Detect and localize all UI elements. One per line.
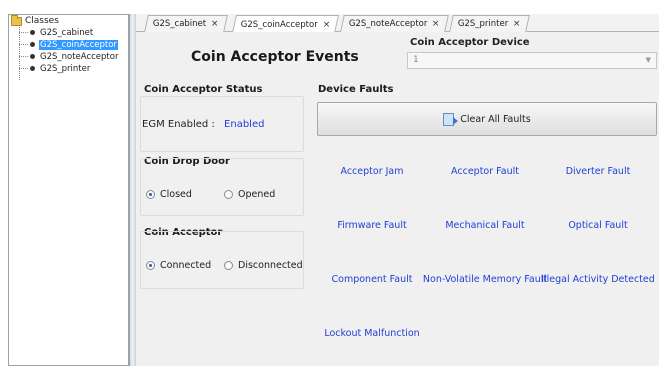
tab-label: G2S_printer xyxy=(457,19,509,29)
tree-item-coin-acceptor[interactable]: G2S_coinAcceptor xyxy=(19,39,118,50)
radio-label: Connected xyxy=(160,260,212,271)
tree-item-note-acceptor[interactable]: G2S_noteAcceptor xyxy=(19,51,119,62)
fault-mechanical-fault: Mechanical Fault xyxy=(445,220,525,231)
tree-branch xyxy=(19,68,28,69)
fault-optical-fault: Optical Fault xyxy=(568,220,628,231)
radio-closed[interactable]: Closed xyxy=(146,189,192,200)
clear-faults-icon xyxy=(443,112,459,126)
close-icon[interactable]: × xyxy=(323,20,331,30)
tree-branch xyxy=(19,32,28,33)
clear-all-faults-button[interactable]: Clear All Faults xyxy=(317,102,657,136)
tab-label: G2S_cabinet xyxy=(152,19,207,29)
radio-disconnected[interactable]: Disconnected xyxy=(224,260,303,271)
tree-item-cabinet[interactable]: G2S_cabinet xyxy=(19,27,94,38)
tree-item-label: G2S_cabinet xyxy=(40,27,94,38)
tab-cabinet[interactable]: G2S_cabinet × xyxy=(144,15,228,32)
status-title: Coin Acceptor Status xyxy=(144,84,263,95)
fault-diverter-fault: Diverter Fault xyxy=(565,166,631,177)
tab-note-acceptor[interactable]: G2S_noteAcceptor × xyxy=(340,15,449,32)
bullet-icon xyxy=(30,54,35,59)
tab-coin-acceptor[interactable]: G2S_coinAcceptor × xyxy=(232,15,340,33)
device-label: Coin Acceptor Device xyxy=(410,37,530,48)
tab-printer[interactable]: G2S_printer × xyxy=(449,15,530,32)
radio-selected-icon[interactable] xyxy=(146,261,155,270)
folder-icon xyxy=(11,14,22,26)
class-tree: Classes G2S_cabinet G2S_coinAcceptor G2S… xyxy=(8,14,129,366)
panel-splitter[interactable] xyxy=(129,14,136,366)
tree-item-label: G2S_noteAcceptor xyxy=(40,51,119,62)
close-icon[interactable]: × xyxy=(513,19,521,29)
egm-status: EGM Enabled : Enabled xyxy=(142,119,264,130)
fault-non-volatile-memory-fault: Non-Volatile Memory Fault xyxy=(422,274,548,285)
tree-root-label: Classes xyxy=(25,16,59,26)
fault-illegal-activity-detected: Illegal Activity Detected xyxy=(541,274,655,285)
bullet-icon xyxy=(30,30,35,35)
fault-firmware-fault: Firmware Fault xyxy=(337,220,407,231)
device-select[interactable]: 1 ▼ xyxy=(407,52,657,69)
fault-acceptor-jam: Acceptor Jam xyxy=(340,166,404,177)
egm-value: Enabled xyxy=(224,119,265,130)
radio-selected-icon[interactable] xyxy=(146,190,155,199)
radio-opened[interactable]: Opened xyxy=(224,189,275,200)
fault-acceptor-fault: Acceptor Fault xyxy=(451,166,519,177)
radio-label: Closed xyxy=(160,189,192,200)
radio-label: Disconnected xyxy=(238,260,303,271)
device-faults-title: Device Faults xyxy=(318,84,394,95)
tab-bar: G2S_cabinet × G2S_coinAcceptor × G2S_not… xyxy=(136,14,659,33)
close-icon[interactable]: × xyxy=(432,19,440,29)
main-panel: Coin Acceptor Events Coin Acceptor Devic… xyxy=(136,32,659,366)
tree-item-label: G2S_printer xyxy=(40,63,91,74)
bullet-icon xyxy=(30,66,35,71)
radio-label: Opened xyxy=(238,189,276,200)
tree-branch xyxy=(19,44,28,45)
clear-all-faults-label: Clear All Faults xyxy=(460,113,531,125)
radio-unselected-icon[interactable] xyxy=(224,190,233,199)
device-select-value: 1 xyxy=(413,55,419,65)
bullet-icon xyxy=(30,42,35,47)
fault-component-fault: Component Fault xyxy=(331,274,413,285)
tree-root[interactable]: Classes xyxy=(11,14,59,26)
tab-label: G2S_noteAcceptor xyxy=(348,19,428,29)
egm-label: EGM Enabled : xyxy=(142,119,215,130)
tree-item-label: G2S_coinAcceptor xyxy=(39,39,118,50)
page-title: Coin Acceptor Events xyxy=(191,49,359,65)
fault-lockout-malfunction: Lockout Malfunction xyxy=(324,328,420,339)
tree-branch xyxy=(19,56,28,57)
tab-label: G2S_coinAcceptor xyxy=(240,19,318,30)
radio-unselected-icon[interactable] xyxy=(224,261,233,270)
tree-item-printer[interactable]: G2S_printer xyxy=(19,63,91,74)
radio-connected[interactable]: Connected xyxy=(146,260,211,271)
chevron-down-icon[interactable]: ▼ xyxy=(646,56,651,64)
coin-drop-door-group xyxy=(140,158,304,216)
close-icon[interactable]: × xyxy=(211,19,219,29)
